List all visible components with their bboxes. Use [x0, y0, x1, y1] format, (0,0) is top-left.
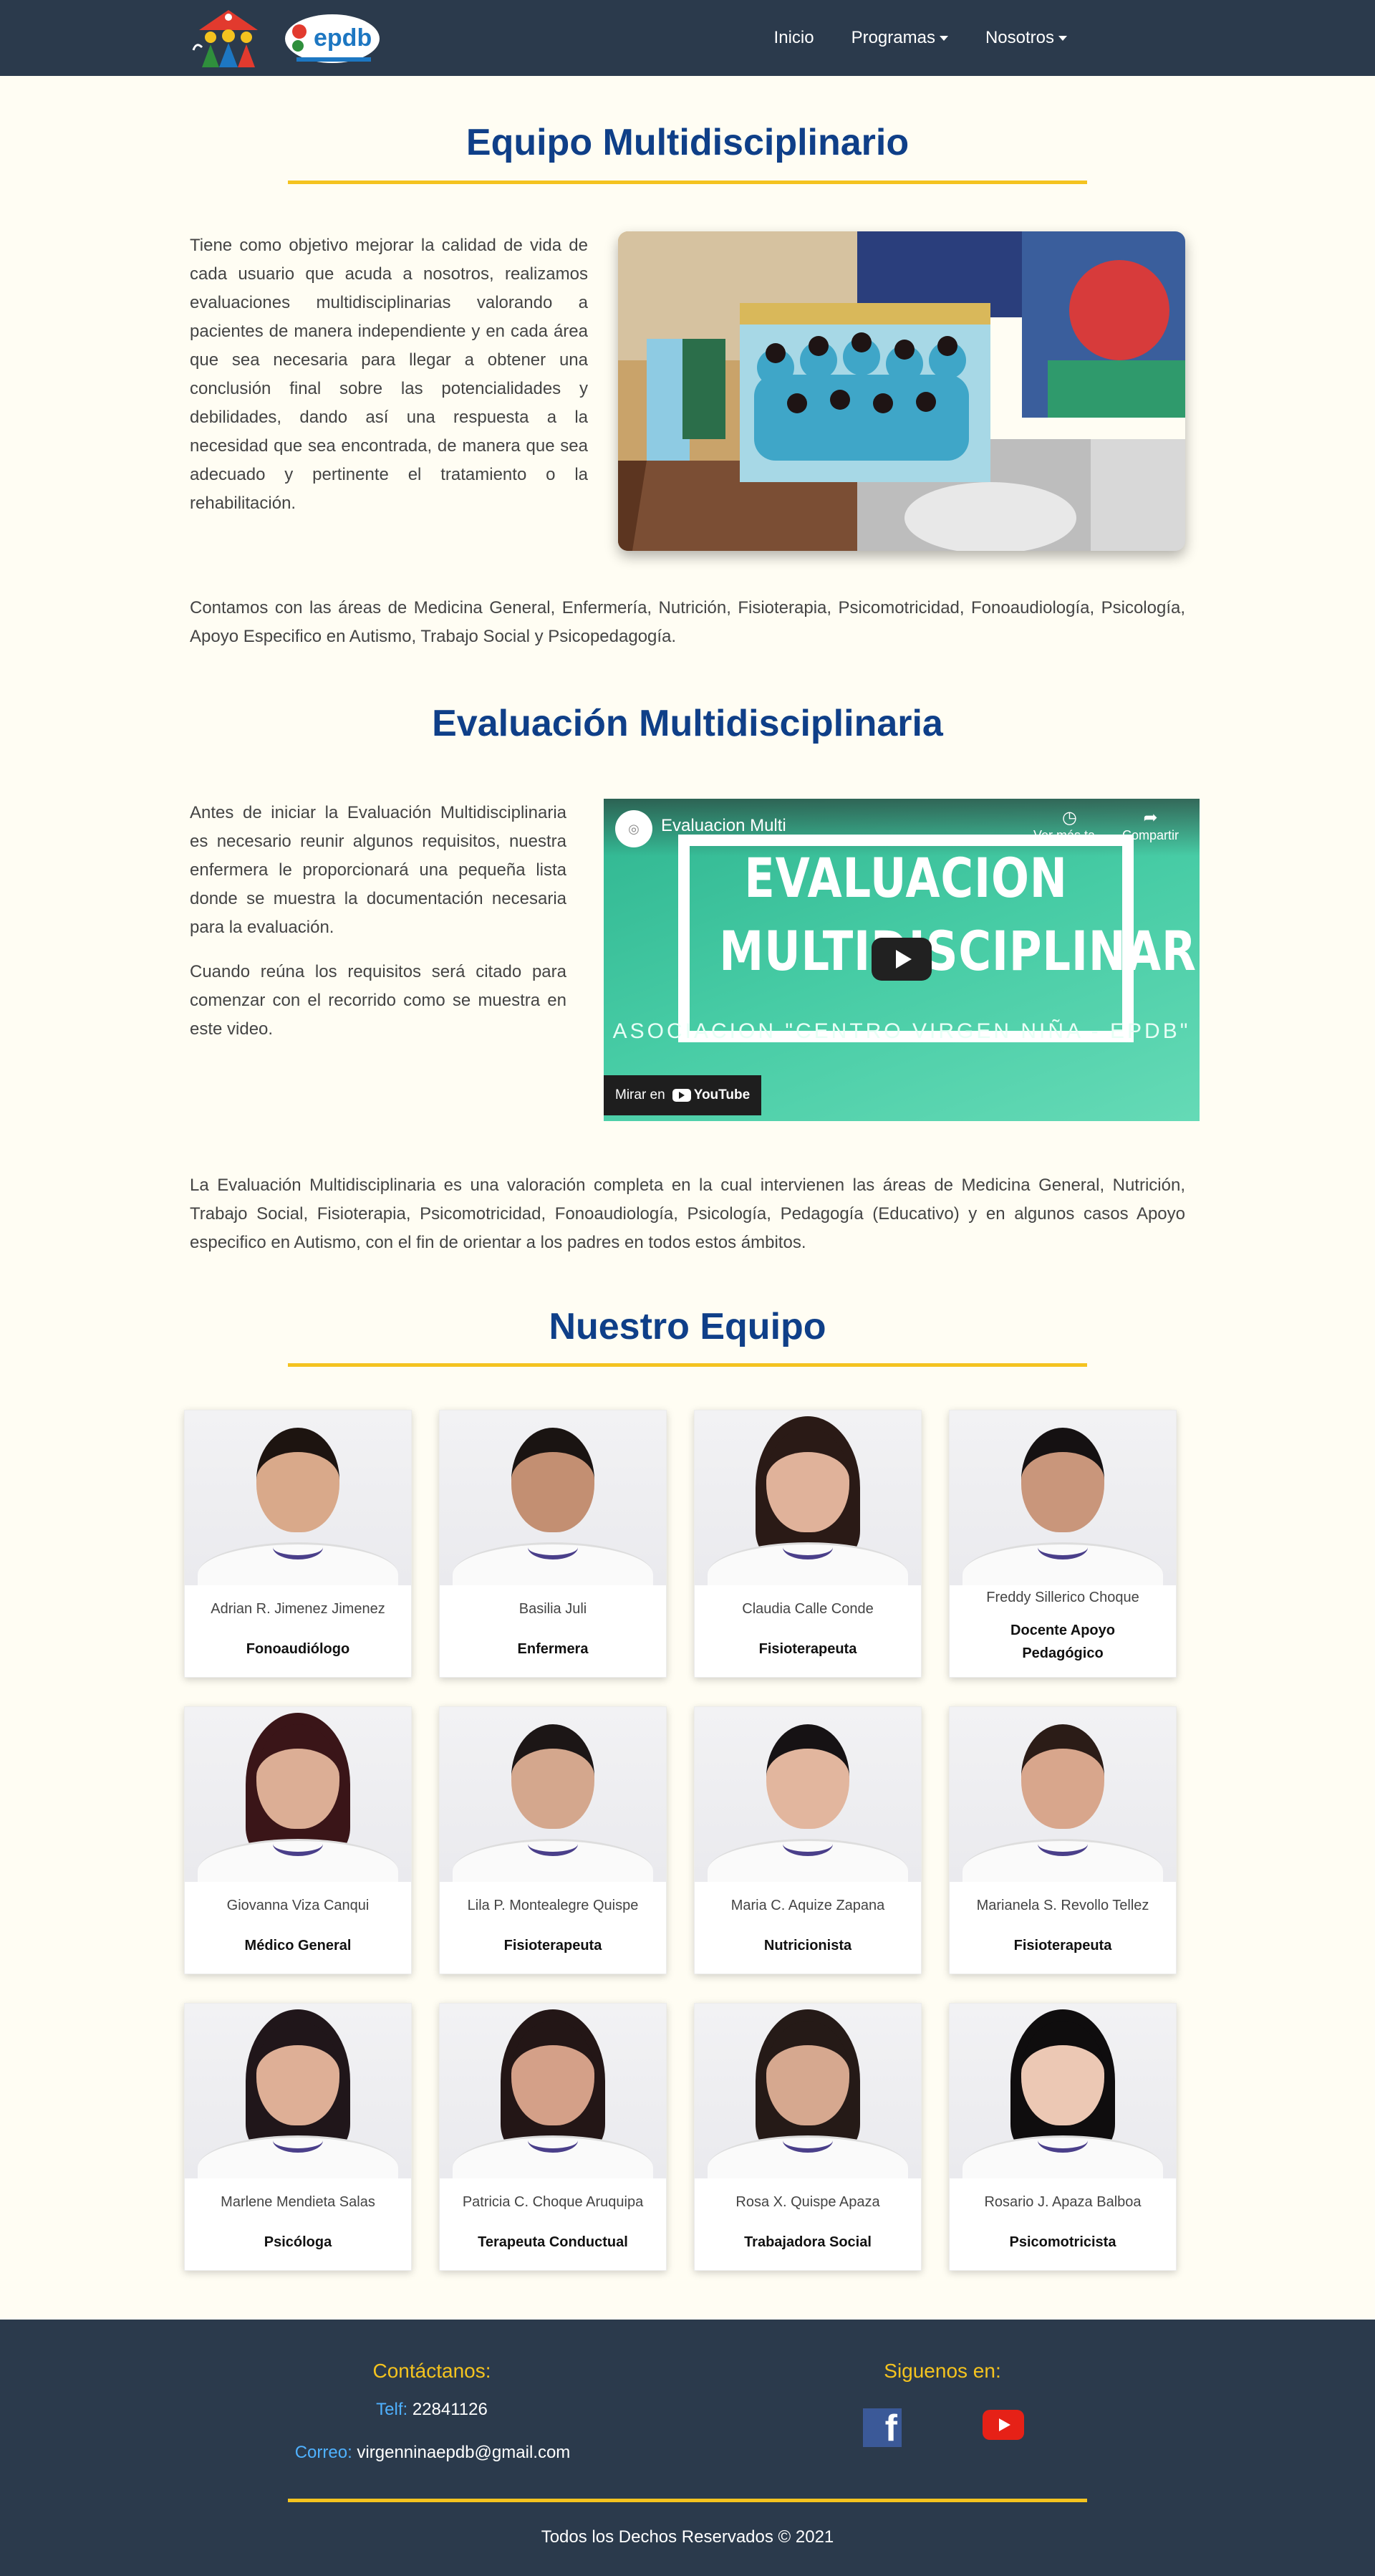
team-member-photo: [695, 1707, 921, 1882]
email-label: Correo:: [294, 2443, 352, 2462]
team-member-name: Marianela S. Revollo Tellez: [976, 1898, 1149, 1913]
phone-value[interactable]: 22841126: [412, 2400, 488, 2419]
team-member-role: Fisioterapeuta: [503, 1938, 602, 1953]
footer: Contáctanos: Telf: 22841126 Correo: virg…: [0, 2320, 1375, 2576]
facebook-icon[interactable]: f: [863, 2408, 902, 2447]
title-underline: [288, 181, 1087, 184]
team-member-role: Terapeuta Conductual: [478, 2234, 628, 2250]
team-member-name: Rosa X. Quispe Apaza: [735, 2194, 880, 2210]
video-subtitle: ASOCIACION "CENTRO VIRGEN NIÑA - EPDB": [612, 1019, 1191, 1043]
nav-nosotros-label: Nosotros: [985, 28, 1054, 47]
email-value[interactable]: virgenninaepdb@gmail.com: [357, 2443, 570, 2462]
nav-nosotros-dropdown[interactable]: Nosotros: [985, 28, 1067, 48]
team-member-card: Freddy Sillerico Choque Docente Apoyo Ped…: [949, 1410, 1177, 1678]
team-member-role: Psicomotricista: [1009, 2234, 1116, 2250]
youtube-logo-icon: YouTube: [672, 1087, 750, 1103]
play-button[interactable]: [872, 938, 932, 981]
video-title[interactable]: Evaluacion Multi: [661, 816, 786, 836]
section-title-equipo: Equipo Multidisciplinario: [465, 122, 910, 163]
team-member-card: Marlene Mendieta Salas Psicóloga: [184, 2003, 412, 2271]
svg-text:epdb: epdb: [314, 24, 372, 52]
team-member-card: Lila P. Montealegre Quispe Fisioterapeuta: [439, 1706, 667, 1974]
intro-paragraph: Tiene como objetivo mejorar la calidad d…: [190, 236, 588, 513]
team-member-card: Maria C. Aquize Zapana Nutricionista: [694, 1706, 922, 1974]
team-member-name: Basilia Juli: [518, 1601, 587, 1617]
team-member-photo: [695, 2004, 921, 2178]
team-member-photo: [950, 1707, 1176, 1882]
nav-inicio[interactable]: Inicio: [774, 28, 814, 48]
team-member-name: Freddy Sillerico Choque: [986, 1590, 1139, 1605]
team-member-name: Marlene Mendieta Salas: [221, 2194, 375, 2210]
youtube-icon[interactable]: [983, 2410, 1024, 2440]
watch-on-label: Mirar en: [615, 1087, 665, 1102]
title-underline: [288, 1363, 1087, 1367]
team-member-photo: [950, 1410, 1176, 1585]
team-member-photo: [185, 2004, 411, 2178]
team-member-photo: [185, 1707, 411, 1882]
team-member-card: Basilia Juli Enfermera: [439, 1410, 667, 1678]
team-member-card: Patricia C. Choque Aruquipa Terapeuta Con…: [439, 2003, 667, 2271]
contact-title: Contáctanos:: [372, 2360, 491, 2382]
nav-programas-label: Programas: [851, 28, 935, 47]
team-member-photo: [440, 1410, 666, 1585]
team-member-card: Marianela S. Revollo Tellez Fisioterapeut…: [949, 1706, 1177, 1974]
team-member-role: Psicóloga: [264, 2234, 332, 2250]
team-member-card: Claudia Calle Conde Fisioterapeuta: [694, 1410, 922, 1678]
team-grid: Adrian R. Jimenez Jimenez Fonoaudiólogo Ba…: [175, 1410, 1185, 2271]
nav-inicio-label: Inicio: [773, 28, 814, 47]
team-member-role: Enfermera: [517, 1641, 589, 1657]
watch-on-youtube-button[interactable]: Mirar en YouTube: [604, 1075, 762, 1115]
evaluation-paragraph-2: Cuando reúna los requisitos será citado …: [190, 962, 566, 1039]
team-member-photo: [440, 2004, 666, 2178]
team-member-name: Adrian R. Jimenez Jimenez: [211, 1601, 385, 1617]
navbar: epdb Inicio Programas Nosotros: [0, 0, 1375, 76]
phone-line: Telf: 22841126: [360, 2400, 503, 2420]
caret-down-icon: [939, 35, 948, 41]
team-member-photo: [950, 2004, 1176, 2178]
team-member-name: Rosario J. Apaza Balboa: [984, 2194, 1142, 2210]
team-member-role: Docente Apoyo Pedagógico: [1010, 1623, 1115, 1661]
footer-divider: [288, 2499, 1087, 2502]
team-member-role: Fisioterapeuta: [1013, 1938, 1112, 1953]
team-member-photo: [440, 1707, 666, 1882]
youtube-logo-text: YouTube: [693, 1087, 751, 1102]
team-member-card: Adrian R. Jimenez Jimenez Fonoaudiólogo: [184, 1410, 412, 1678]
team-member-photo: [695, 1410, 921, 1585]
team-member-name: Maria C. Aquize Zapana: [730, 1898, 885, 1913]
team-member-photo: [185, 1410, 411, 1585]
email-line: Correo: virgenninaepdb@gmail.com: [254, 2443, 612, 2463]
team-member-name: Claudia Calle Conde: [742, 1601, 874, 1617]
logo-epdb[interactable]: epdb: [282, 10, 382, 67]
video-heading-line1: EVALUACION: [744, 846, 1068, 910]
team-member-card: Rosa X. Quispe Apaza Trabajadora Social: [694, 2003, 922, 2271]
team-member-role: Trabajadora Social: [744, 2234, 872, 2250]
team-member-role: Nutricionista: [763, 1938, 852, 1953]
clock-icon: ◷: [1062, 808, 1077, 827]
youtube-video-embed[interactable]: ◎ Evaluacion Multi ◷ Ver más ta... ➦ Com…: [604, 799, 1200, 1121]
team-member-name: Lila P. Montealegre Quispe: [467, 1898, 639, 1913]
nav-programas-dropdown[interactable]: Programas: [851, 28, 948, 48]
team-member-name: Giovanna Viza Canqui: [226, 1898, 370, 1913]
team-member-name: Patricia C. Choque Aruquipa: [462, 2194, 644, 2210]
team-member-role: Médico General: [244, 1938, 352, 1953]
team-member-card: Rosario J. Apaza Balboa Psicomotricista: [949, 2003, 1177, 2271]
caret-down-icon: [1058, 35, 1067, 41]
team-member-role: Fonoaudiólogo: [246, 1641, 350, 1657]
phone-label: Telf:: [376, 2400, 408, 2419]
evaluation-description: La Evaluación Multidisciplinaria es una …: [190, 1176, 1185, 1252]
evaluation-paragraph-1: Antes de iniciar la Evaluación Multidisc…: [190, 803, 566, 937]
channel-avatar-icon[interactable]: ◎: [615, 810, 652, 847]
section-title-evaluacion: Evaluación Multidisciplinaria: [432, 703, 943, 744]
logo-virgen-nina[interactable]: [189, 6, 268, 70]
share-icon: ➦: [1143, 808, 1158, 827]
team-member-role: Fisioterapeuta: [758, 1641, 857, 1657]
areas-paragraph: Contamos con las áreas de Medicina Gener…: [190, 598, 1185, 646]
section-title-nuestro-equipo: Nuestro Equipo: [549, 1306, 826, 1347]
team-collage-image: [618, 231, 1185, 551]
social-title: Siguenos en:: [884, 2360, 1001, 2382]
copyright: Todos los Dechos Reservados © 2021: [541, 2527, 834, 2547]
team-member-card: Giovanna Viza Canqui Médico General: [184, 1706, 412, 1974]
